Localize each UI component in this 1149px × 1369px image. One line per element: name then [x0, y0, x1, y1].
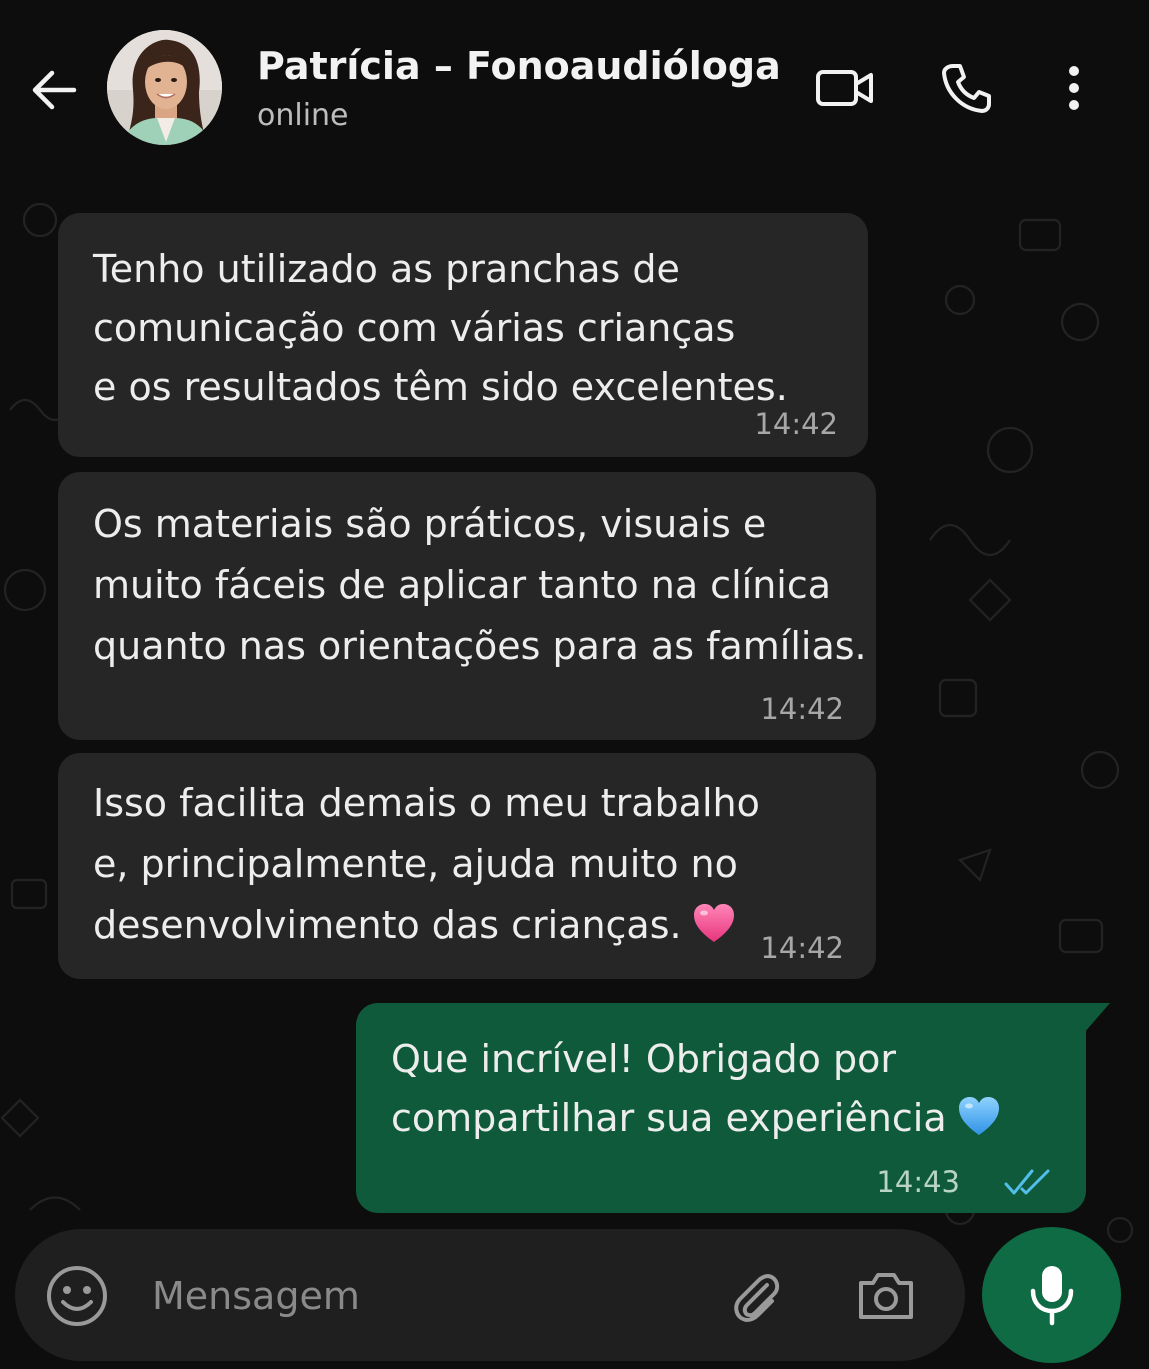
pink-heart-emoji [693, 903, 734, 942]
message-time: 14:42 [754, 407, 838, 441]
message-input[interactable] [150, 1265, 714, 1327]
message-time: 14:42 [760, 692, 844, 726]
video-call-icon [816, 70, 873, 106]
message-line: Os materiais são práticos, visuais e [93, 502, 767, 546]
back-arrow-icon [32, 70, 77, 110]
voice-call-button[interactable] [930, 56, 1002, 120]
incoming-message[interactable]: Os materiais são práticos, visuais e mui… [58, 472, 876, 740]
message-time: 14:43 [876, 1165, 960, 1199]
message-line-with-emoji: compartilhar sua experiência [391, 1089, 1001, 1148]
incoming-message[interactable]: Isso facilita demais o meu trabalho e, p… [58, 753, 876, 979]
contact-name[interactable]: Patrícia – Fonoaudióloga [257, 44, 781, 88]
bubble-tail [1078, 1003, 1110, 1036]
paperclip-icon [734, 1274, 780, 1322]
camera-button[interactable] [855, 1267, 917, 1325]
microphone-icon [1030, 1266, 1073, 1326]
message-line: e, principalmente, ajuda muito no [93, 842, 738, 886]
emoji-button[interactable] [45, 1264, 109, 1328]
message-time: 14:42 [760, 931, 844, 965]
attach-button[interactable] [727, 1267, 785, 1325]
message-composer [15, 1229, 965, 1361]
message-line: Isso facilita demais o meu trabalho [93, 781, 760, 825]
chat-header: Patrícia – Fonoaudióloga online [0, 0, 1149, 170]
incoming-message[interactable]: Tenho utilizado as pranchas de comunicaç… [58, 213, 868, 457]
message-line: comunicação com várias crianças [93, 306, 736, 350]
message-line: Tenho utilizado as pranchas de [93, 247, 680, 291]
contact-status: online [257, 98, 349, 133]
video-call-button[interactable] [805, 56, 885, 120]
more-vertical-icon [1069, 66, 1079, 110]
message-line: desenvolvimento das crianças. [93, 903, 682, 947]
message-line: e os resultados têm sido excelentes. [93, 365, 788, 409]
double-check-read-icon [1004, 1169, 1050, 1195]
phone-icon [942, 64, 991, 113]
blue-heart-emoji [958, 1096, 999, 1135]
message-text: Tenho utilizado as pranchas de comunicaç… [93, 240, 788, 417]
message-line-with-emoji: desenvolvimento das crianças. [93, 895, 760, 956]
emoji-icon [47, 1266, 107, 1326]
message-line: compartilhar sua experiência [391, 1096, 947, 1140]
back-button[interactable] [22, 58, 86, 122]
message-text: Os materiais são práticos, visuais e mui… [93, 494, 867, 677]
more-options-button[interactable] [1048, 56, 1100, 120]
message-text: Isso facilita demais o meu trabalho e, p… [93, 773, 760, 956]
camera-icon [859, 1273, 913, 1319]
message-line: muito fáceis de aplicar tanto na clínica [93, 563, 832, 607]
avatar[interactable] [107, 30, 222, 145]
message-line: quanto nas orientações para as famílias. [93, 624, 867, 668]
chat-screen: Patrícia – Fonoaudióloga online Tenho ut… [0, 0, 1149, 1369]
contact-photo [107, 30, 222, 145]
outgoing-message[interactable]: Que incrível! Obrigado por compartilhar … [356, 1003, 1086, 1213]
voice-message-button[interactable] [982, 1227, 1121, 1363]
message-line: Que incrível! Obrigado por [391, 1037, 896, 1081]
message-text: Que incrível! Obrigado por compartilhar … [391, 1030, 1001, 1148]
